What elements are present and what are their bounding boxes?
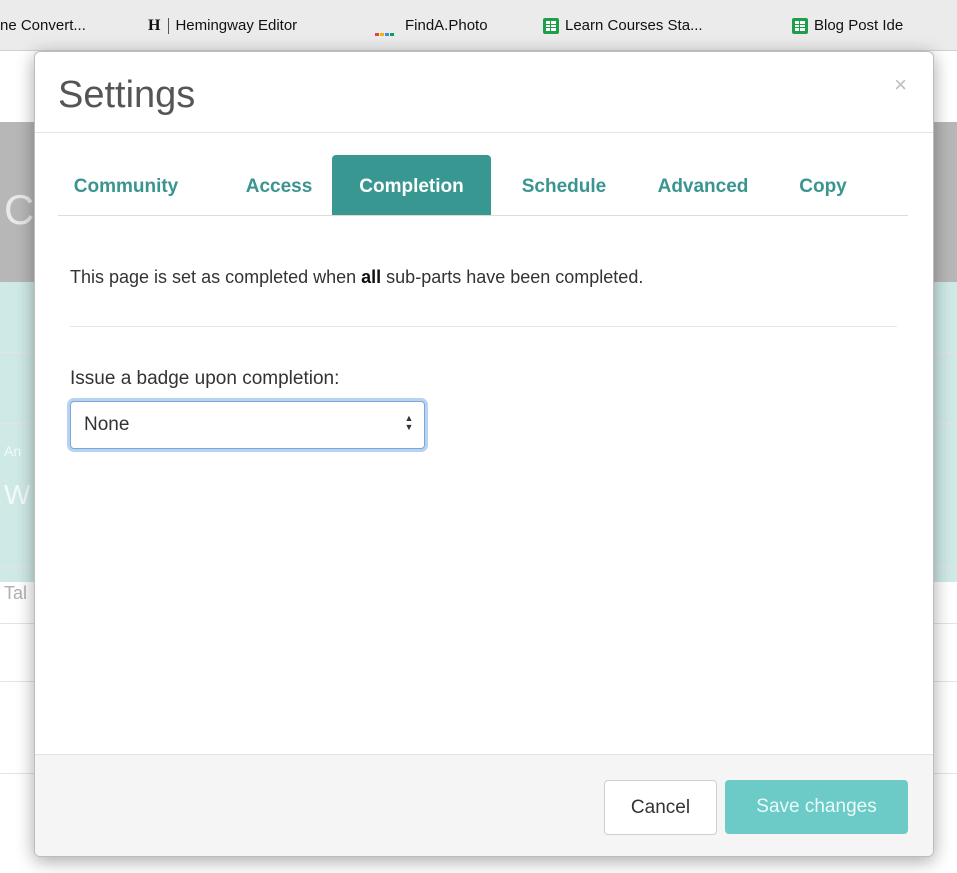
- tab-advanced[interactable]: Advanced: [643, 155, 763, 215]
- bookmark-label: FindA.Photo: [405, 17, 488, 34]
- bookmark-label: Learn Courses Sta...: [565, 17, 703, 34]
- badge-select-label: Issue a badge upon completion:: [70, 368, 340, 389]
- bookmarks-bar: ne Convert... H Hemingway Editor FindA.Ph…: [0, 0, 957, 51]
- save-changes-button[interactable]: Save changes: [725, 780, 908, 834]
- background-text-fragment: Tal: [4, 583, 28, 603]
- modal-footer: Cancel Save changes: [35, 754, 933, 856]
- cancel-button[interactable]: Cancel: [604, 780, 717, 835]
- description-prefix: This page is set as completed when: [70, 267, 362, 287]
- bookmark-converter[interactable]: ne Convert...: [0, 16, 86, 36]
- description-suffix: sub-parts have been completed.: [381, 267, 644, 287]
- bookmark-findaphoto[interactable]: FindA.Photo: [375, 16, 488, 37]
- google-sheets-icon: [543, 18, 559, 35]
- header-divider: [35, 132, 933, 133]
- tab-schedule[interactable]: Schedule: [509, 155, 619, 215]
- select-arrows-icon: ▲ ▼: [404, 413, 414, 432]
- close-icon[interactable]: ×: [894, 72, 907, 98]
- bookmark-label: Hemingway Editor: [175, 17, 298, 34]
- settings-modal: Settings × Community Access Completion S…: [34, 51, 934, 857]
- bookmark-learn-courses[interactable]: Learn Courses Sta...: [543, 16, 703, 36]
- tab-access[interactable]: Access: [224, 155, 334, 215]
- hemingway-bar-icon: [168, 18, 170, 35]
- tab-completion[interactable]: Completion: [332, 155, 491, 215]
- badge-select-value: None: [84, 414, 130, 435]
- google-sheets-icon: [792, 18, 808, 35]
- description-emphasis: all: [361, 267, 382, 287]
- background-text-fragment: C: [4, 186, 35, 233]
- bookmark-blog-post-ideas[interactable]: Blog Post Ide: [792, 16, 903, 36]
- completion-description: This page is set as completed when all s…: [70, 267, 643, 288]
- tab-community[interactable]: Community: [58, 155, 194, 215]
- bookmark-label: ne Convert...: [0, 17, 86, 34]
- hemingway-h-icon: H: [148, 17, 161, 35]
- tab-copy[interactable]: Copy: [788, 155, 858, 215]
- content-divider: [70, 326, 897, 327]
- background-text-fragment: An: [4, 443, 22, 459]
- background-text-fragment: W: [4, 479, 31, 510]
- bookmark-label: Blog Post Ide: [814, 17, 904, 34]
- bookmark-hemingway[interactable]: H Hemingway Editor: [148, 16, 297, 36]
- modal-title: Settings: [58, 74, 196, 116]
- settings-tabs: Community Access Completion Schedule Adv…: [58, 155, 908, 216]
- badge-select[interactable]: None ▲ ▼: [70, 401, 425, 449]
- findaphoto-dots-icon: [375, 22, 399, 37]
